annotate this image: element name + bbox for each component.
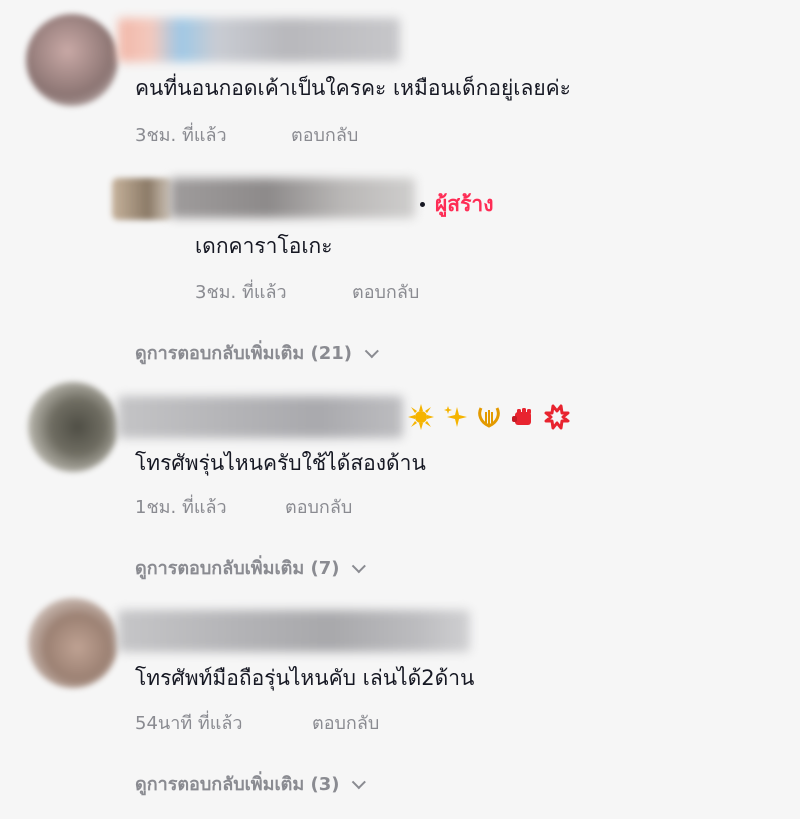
view-more-replies-label: ดูการตอบกลับเพิ่มเติม (3) bbox=[135, 774, 340, 795]
sparkle-badge-icon bbox=[444, 406, 467, 427]
reply-time: 3ชม. ที่แล้ว bbox=[195, 282, 287, 303]
avatar[interactable] bbox=[28, 382, 118, 472]
fist-badge-icon bbox=[512, 408, 531, 425]
chevron-down-icon bbox=[352, 775, 367, 790]
reply-button[interactable]: ตอบกลับ bbox=[352, 277, 419, 306]
reply-text: เดกคาราโอเกะ bbox=[195, 234, 333, 258]
chevron-down-icon bbox=[364, 344, 379, 359]
view-more-replies-label: ดูการตอบกลับเพิ่มเติม (21) bbox=[135, 343, 353, 364]
creator-badge: ผู้สร้าง bbox=[435, 192, 494, 216]
username-blurred[interactable] bbox=[118, 396, 403, 438]
avatar[interactable] bbox=[112, 178, 172, 220]
avatar[interactable] bbox=[28, 598, 118, 688]
anger-badge-icon bbox=[544, 404, 570, 430]
separator-dot bbox=[420, 202, 425, 207]
username-blurred[interactable] bbox=[170, 178, 415, 218]
sun-badge-icon bbox=[408, 404, 434, 430]
comment-time: 3ชม. ที่แล้ว bbox=[135, 125, 227, 146]
comment-text: คนที่นอนกอดเค้าเป็นใครคะ เหมือนเด็กอยู่เ… bbox=[135, 76, 571, 100]
username-blurred[interactable] bbox=[118, 610, 470, 652]
reply-button[interactable]: ตอบกลับ bbox=[285, 492, 352, 521]
comment-time: 54นาที ที่แล้ว bbox=[135, 713, 243, 734]
view-more-replies-button[interactable]: ดูการตอบกลับเพิ่มเติม (7) bbox=[135, 553, 367, 582]
comment-time: 1ชม. ที่แล้ว bbox=[135, 497, 227, 518]
view-more-replies-label: ดูการตอบกลับเพิ่มเติม (7) bbox=[135, 558, 340, 579]
avatar[interactable] bbox=[26, 14, 118, 106]
user-badges bbox=[408, 404, 570, 430]
comment-text: โทรศัพท์มือถือรุ่นไหนคับ เล่นได้2ด้าน bbox=[135, 666, 475, 690]
comment-text: โทรศัพรุ่นไหนครับใช้ได้สองด้าน bbox=[135, 451, 426, 475]
lyre-badge-icon bbox=[478, 407, 500, 428]
username-blurred[interactable] bbox=[118, 18, 400, 62]
reply-button[interactable]: ตอบกลับ bbox=[291, 120, 358, 149]
view-more-replies-button[interactable]: ดูการตอบกลับเพิ่มเติม (3) bbox=[135, 769, 367, 798]
reply-button[interactable]: ตอบกลับ bbox=[312, 708, 379, 737]
chevron-down-icon bbox=[352, 559, 367, 574]
view-more-replies-button[interactable]: ดูการตอบกลับเพิ่มเติม (21) bbox=[135, 338, 379, 367]
